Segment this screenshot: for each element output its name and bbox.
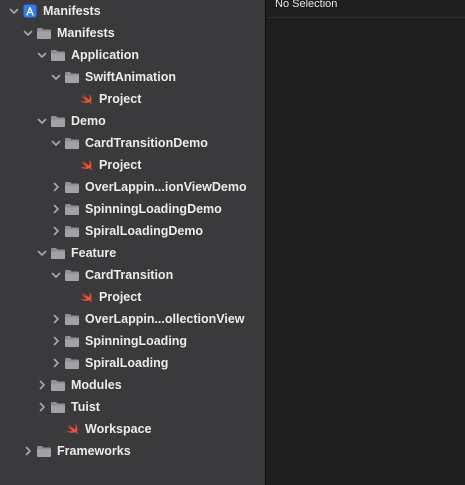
navigator-item-label: CardTransition: [85, 268, 174, 282]
folder-icon: [36, 443, 52, 459]
folder-icon: [64, 135, 80, 151]
no-selection-label: No Selection: [275, 0, 338, 10]
navigator-item[interactable]: SpiralLoading: [0, 352, 266, 374]
chevron-down-icon[interactable]: [50, 269, 62, 281]
navigator-item-label: Project: [99, 158, 142, 172]
navigator-item[interactable]: Modules: [0, 374, 266, 396]
folder-icon: [64, 223, 80, 239]
chevron-right-icon[interactable]: [36, 379, 48, 391]
navigator-item[interactable]: SpinningLoading: [0, 330, 266, 352]
navigator-item[interactable]: Frameworks: [0, 440, 266, 462]
folder-icon: [50, 377, 66, 393]
chevron-right-icon[interactable]: [36, 401, 48, 413]
editor-area: No Selection: [267, 0, 465, 485]
navigator-item-label: OverLappin...ollectionView: [85, 312, 245, 326]
navigator-item-label: Modules: [71, 378, 122, 392]
navigator-item[interactable]: SpinningLoadingDemo: [0, 198, 266, 220]
navigator-item[interactable]: Demo: [0, 110, 266, 132]
chevron-down-icon[interactable]: [36, 49, 48, 61]
app-project-icon: [22, 3, 38, 19]
chevron-right-icon[interactable]: [50, 357, 62, 369]
chevron-right-icon[interactable]: [50, 181, 62, 193]
chevron-right-icon[interactable]: [50, 335, 62, 347]
chevron-down-icon[interactable]: [50, 71, 62, 83]
navigator-item-label: Project: [99, 290, 142, 304]
swift-file-icon: [78, 91, 94, 107]
editor-header: No Selection: [267, 0, 465, 18]
chevron-down-icon[interactable]: [36, 115, 48, 127]
chevron-down-icon[interactable]: [36, 247, 48, 259]
chevron-right-icon[interactable]: [22, 445, 34, 457]
swift-file-icon: [78, 157, 94, 173]
folder-icon: [50, 47, 66, 63]
navigator-item[interactable]: Tuist: [0, 396, 266, 418]
navigator-item[interactable]: CardTransition: [0, 264, 266, 286]
navigator-item-label: Project: [99, 92, 142, 106]
navigator-item[interactable]: Manifests: [0, 22, 266, 44]
navigator-item-label: SwiftAnimation: [85, 70, 176, 84]
navigator-item[interactable]: OverLappin...ionViewDemo: [0, 176, 266, 198]
navigator-item[interactable]: Feature: [0, 242, 266, 264]
navigator-item-label: Workspace: [85, 422, 152, 436]
navigator-item[interactable]: Application: [0, 44, 266, 66]
navigator-item[interactable]: Project: [0, 286, 266, 308]
navigator-item-label: SpiralLoading: [85, 356, 169, 370]
chevron-right-icon[interactable]: [50, 203, 62, 215]
navigator-item-label: Demo: [71, 114, 106, 128]
navigator-item-label: SpiralLoadingDemo: [85, 224, 204, 238]
folder-icon: [64, 355, 80, 371]
folder-icon: [50, 399, 66, 415]
chevron-right-icon[interactable]: [50, 225, 62, 237]
navigator-item-label: Tuist: [71, 400, 100, 414]
navigator-item-label: Feature: [71, 246, 117, 260]
navigator-item[interactable]: Workspace: [0, 418, 266, 440]
navigator-item[interactable]: CardTransitionDemo: [0, 132, 266, 154]
folder-icon: [50, 245, 66, 261]
folder-icon: [64, 179, 80, 195]
project-navigator: Manifests Manifests Application SwiftAnimat…: [0, 0, 266, 485]
navigator-item-label: CardTransitionDemo: [85, 136, 208, 150]
navigator-item[interactable]: OverLappin...ollectionView: [0, 308, 266, 330]
navigator-item[interactable]: SwiftAnimation: [0, 66, 266, 88]
chevron-down-icon[interactable]: [8, 5, 20, 17]
chevron-right-icon[interactable]: [50, 313, 62, 325]
navigator-item-label: OverLappin...ionViewDemo: [85, 180, 247, 194]
navigator-item-label: Manifests: [57, 26, 115, 40]
navigator-item-label: Application: [71, 48, 140, 62]
navigator-item-label: Frameworks: [57, 444, 131, 458]
chevron-down-icon[interactable]: [22, 27, 34, 39]
folder-icon: [36, 25, 52, 41]
navigator-item-label: SpinningLoading: [85, 334, 188, 348]
navigator-item-label: Manifests: [43, 4, 101, 18]
folder-icon: [64, 311, 80, 327]
swift-file-icon: [78, 289, 94, 305]
folder-icon: [50, 113, 66, 129]
folder-icon: [64, 333, 80, 349]
chevron-down-icon[interactable]: [50, 137, 62, 149]
navigator-item[interactable]: Project: [0, 88, 266, 110]
navigator-item[interactable]: Manifests: [0, 0, 266, 22]
navigator-item-label: SpinningLoadingDemo: [85, 202, 222, 216]
folder-icon: [64, 69, 80, 85]
swift-file-icon: [64, 421, 80, 437]
navigator-item[interactable]: SpiralLoadingDemo: [0, 220, 266, 242]
navigator-item[interactable]: Project: [0, 154, 266, 176]
folder-icon: [64, 201, 80, 217]
folder-icon: [64, 267, 80, 283]
